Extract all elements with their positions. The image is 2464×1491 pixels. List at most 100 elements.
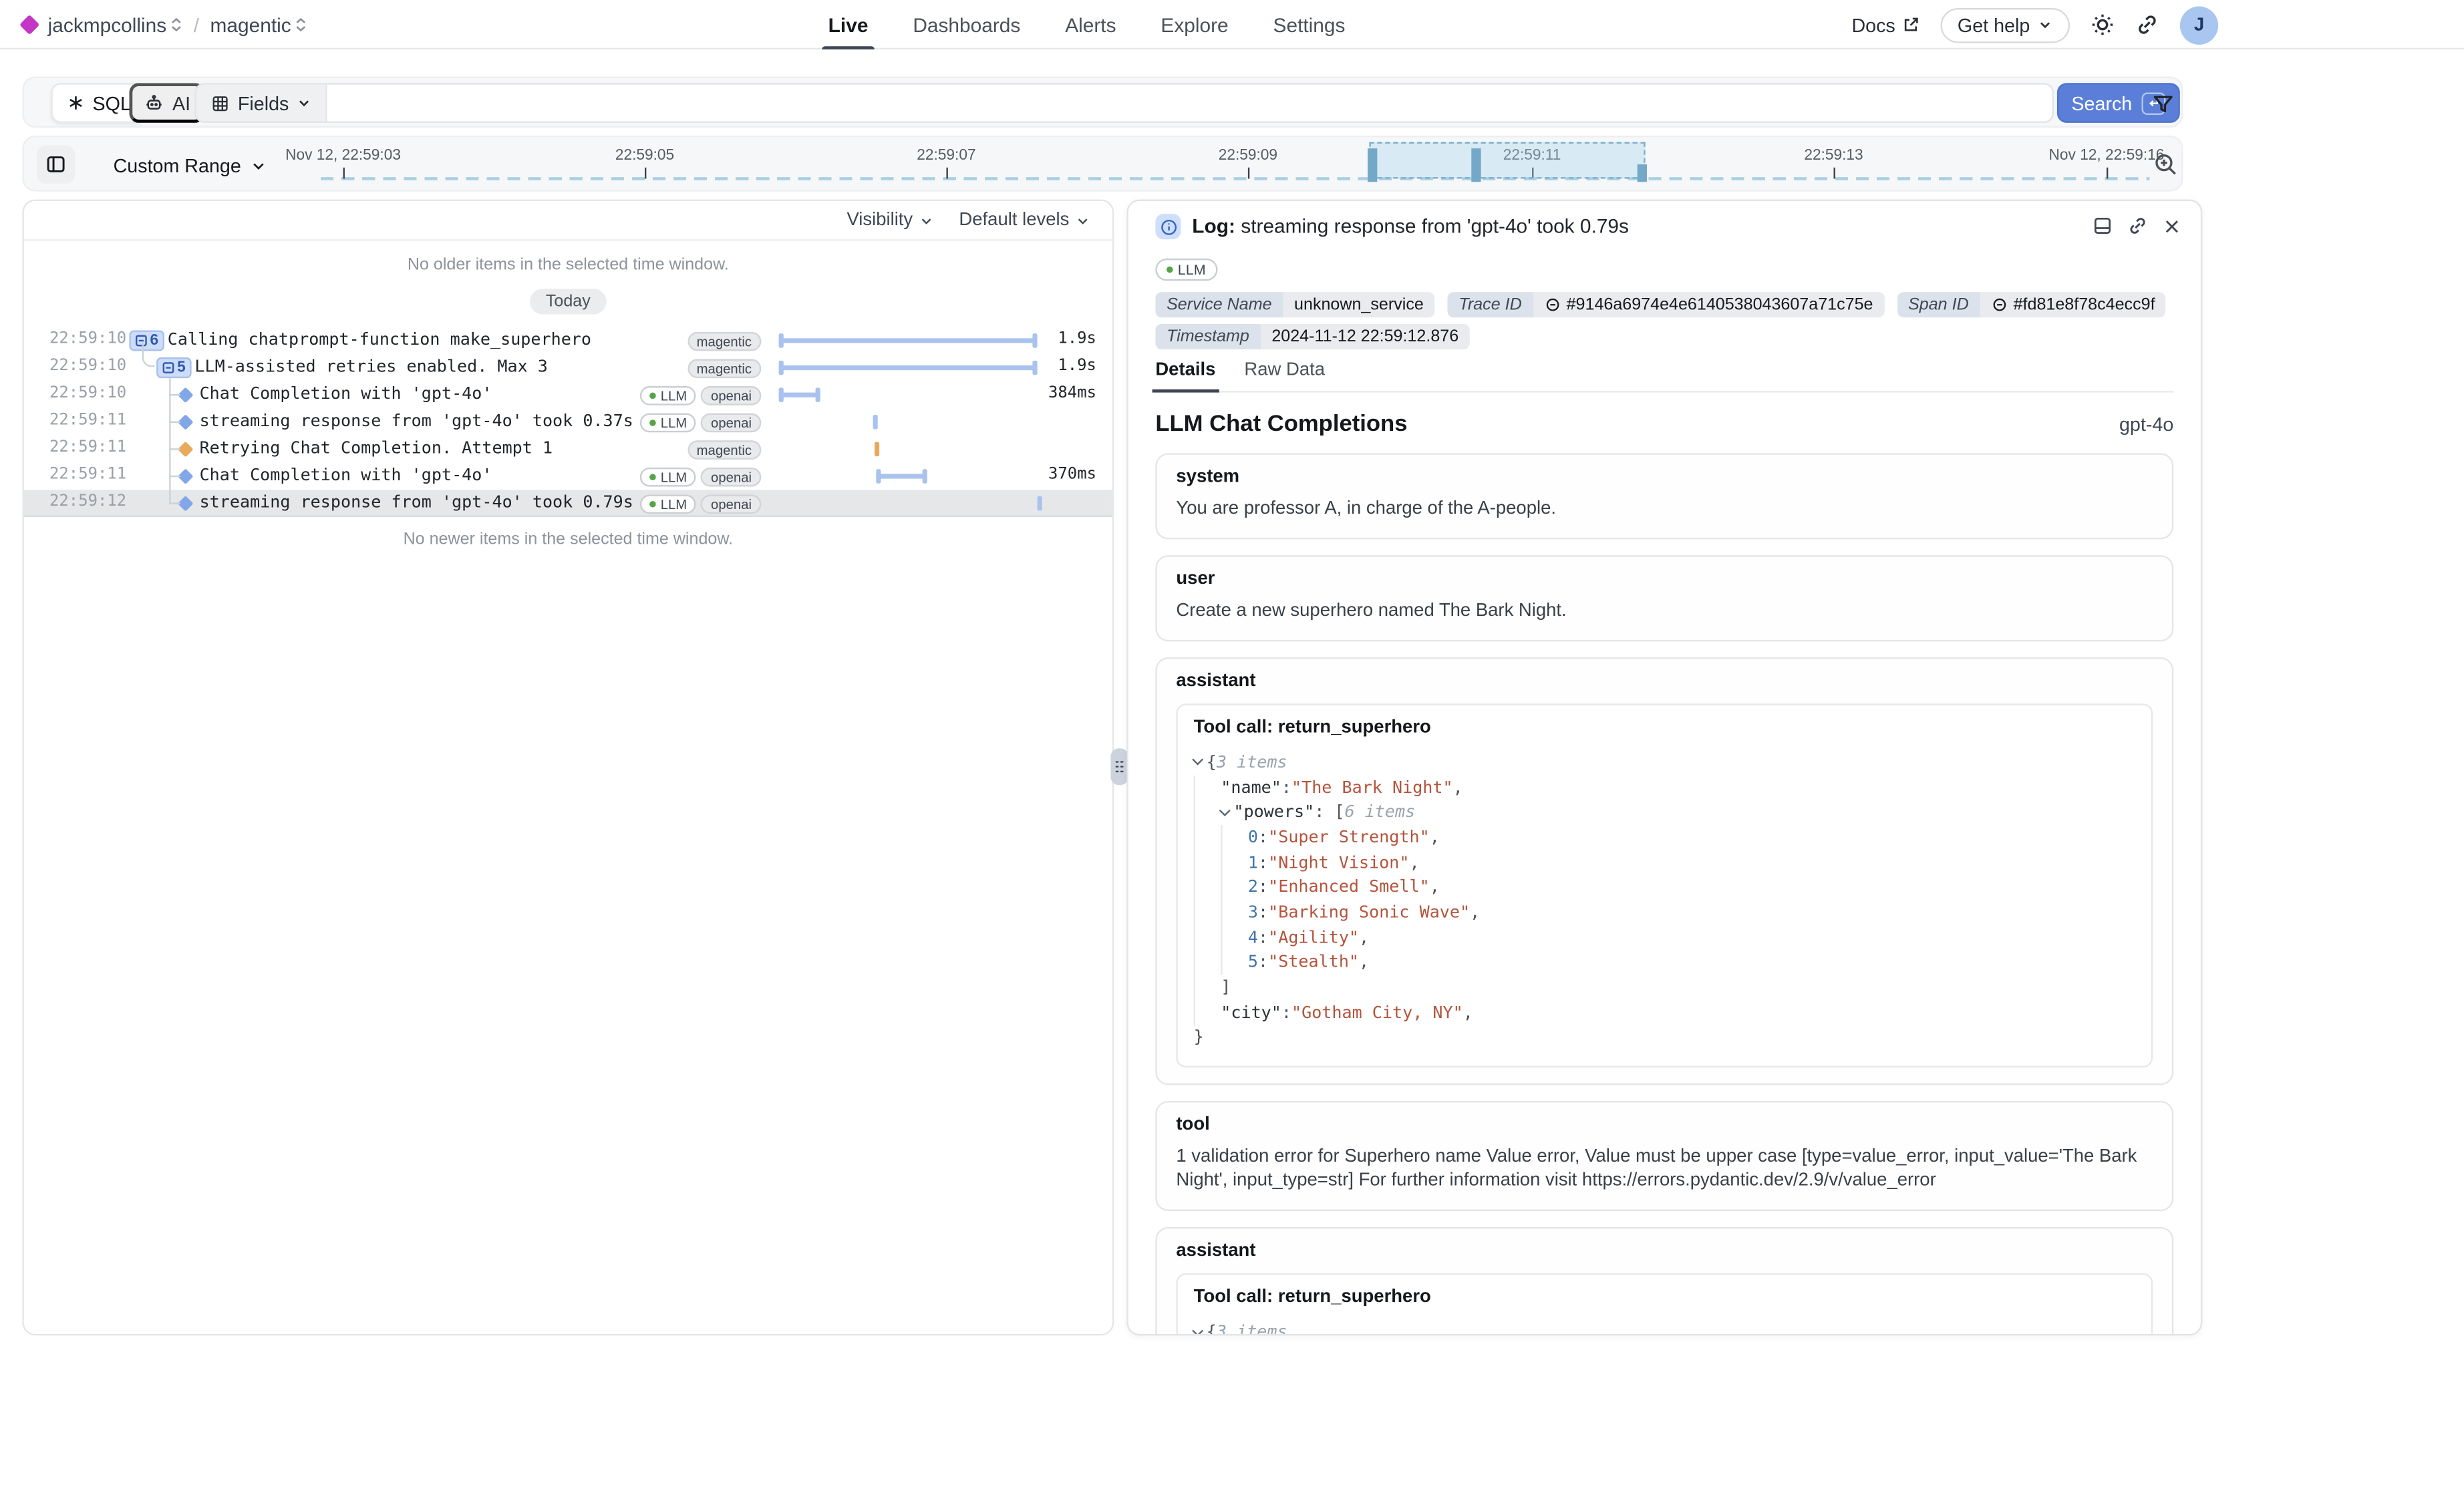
fields-button[interactable]: Fields [196,85,327,122]
docs-link[interactable]: Docs [1851,13,1919,35]
tree-connector [169,448,180,450]
nav-tab-live[interactable]: Live [806,0,891,49]
fields-label: Fields [238,92,289,114]
log-row[interactable]: 22:59:10Chat Completion with 'gpt-4o'LLM… [24,381,1112,409]
search-input[interactable] [327,85,2052,122]
log-row[interactable]: 22:59:11Retrying Chat Completion. Attemp… [24,436,1112,463]
timeline-histogram-bar [1471,148,1480,182]
json-line: { 3 items [1194,1320,2135,1335]
panel-resize-handle[interactable] [1110,748,1128,785]
top-header: jackmpcollins / magentic LiveDashboardsA… [0,0,2464,49]
json-indent-guide [1194,950,1221,975]
project-name: magentic [210,13,291,35]
json-indent-guide [1194,975,1221,1000]
span-diamond-icon [178,496,193,510]
timeline-selection[interactable] [1369,142,1645,179]
green-dot-icon [1167,267,1173,273]
detail-header-actions [2092,215,2181,236]
span-track [779,463,1042,490]
json-line: 3: "Barking Sonic Wave", [1194,900,2135,925]
log-detail-panel: Log: streaming response from 'gpt-4o' to… [1126,200,2202,1336]
selector-updown-icon [296,17,307,31]
nav-tab-dashboards[interactable]: Dashboards [891,0,1043,49]
share-link-icon[interactable] [2135,13,2159,37]
json-collapse-chevron-icon[interactable] [1192,755,1203,766]
nav-tab-alerts[interactable]: Alerts [1043,0,1138,49]
collapse-count-badge[interactable]: 5 [156,357,192,378]
app-window: jackmpcollins / magentic LiveDashboardsA… [0,0,2464,1491]
timeline-tick-label: 22:59:09 [1219,147,1277,164]
json-indent-guide [1221,850,1248,875]
close-icon[interactable] [2163,215,2182,236]
timeline-histogram-bar [1638,164,1646,182]
llm-tag: LLM [1155,259,1217,281]
detail-title: Log: streaming response from 'gpt-4o' to… [1192,215,1629,237]
ai-button[interactable]: AI [129,83,204,123]
metadata-chip[interactable]: Trace ID#9146a6974e4e6140538043607a71c75… [1448,292,1885,317]
user-avatar[interactable]: J [2180,5,2218,43]
tag-openai: openai [702,467,762,486]
log-row[interactable]: 22:59:106Calling chatprompt-function mak… [24,327,1112,355]
zoom-in-icon[interactable] [2153,152,2178,177]
tag-openai: openai [702,412,762,432]
json-collapse-chevron-icon[interactable] [1192,1325,1203,1335]
visibility-dropdown[interactable]: Visibility [846,210,933,230]
json-indent-guide [1221,950,1248,975]
log-timestamp: 22:59:10 [49,330,126,347]
header-actions: Docs Get help J [1851,0,2218,49]
tool-call-label: Tool call: return_superhero [1194,718,2135,737]
tree-connector [142,341,155,367]
log-row[interactable]: 22:59:11streaming response from 'gpt-4o'… [24,408,1112,436]
metadata-chip: Service Nameunknown_service [1155,292,1434,317]
span-track [779,436,1042,463]
json-indent-guide [1194,900,1221,925]
filter-funnel-icon[interactable] [2147,88,2179,120]
levels-dropdown[interactable]: Default levels [959,210,1090,230]
span-bar-cap [923,469,927,483]
org-selector[interactable]: jackmpcollins [48,13,182,35]
json-collapse-chevron-icon[interactable] [1219,804,1231,816]
link-icon [1991,297,2007,313]
span-bar-cap [1032,333,1037,347]
span-diamond-icon [178,414,193,429]
json-indent-guide [1194,775,1221,800]
nav-tab-settings[interactable]: Settings [1251,0,1368,49]
log-row[interactable]: 22:59:12streaming response from 'gpt-4o'… [24,490,1112,517]
message-text: You are professor A, in charge of the A-… [1176,498,2153,522]
panel-bottom-icon[interactable] [2092,215,2113,236]
log-tags: LLMopenai [640,385,762,405]
nav-tab-explore[interactable]: Explore [1138,0,1251,49]
theme-toggle-sun-icon[interactable] [2091,13,2115,37]
timeline-histogram-bar [1368,148,1376,182]
span-duration: 1.9s [1058,357,1096,375]
span-bar [779,365,1038,370]
log-row[interactable]: 22:59:11Chat Completion with 'gpt-4o'LLM… [24,463,1112,490]
timeline-tick-mark [1248,168,1249,179]
detail-tabs: Details Raw Data [1155,361,2173,393]
span-tick [875,442,879,456]
json-indent-guide [1194,1000,1221,1025]
copy-link-icon[interactable] [2127,215,2148,236]
log-row[interactable]: 22:59:105LLM-assisted retries enabled. M… [24,354,1112,381]
get-help-button[interactable]: Get help [1940,7,2070,43]
timeline-tick-mark [343,168,345,179]
search-bar: Fields [194,83,2054,123]
log-list-panel: Visibility Default levels No older items… [22,200,1114,1336]
tool-call-label: Tool call: return_superhero [1194,1288,2135,1307]
asterisk-icon [67,94,84,112]
json-indent-guide [1194,875,1221,900]
timeline-histogram[interactable]: Nov 12, 22:59:0322:59:0522:59:0722:59:09… [24,137,2181,190]
json-indent-guide [1221,900,1248,925]
tab-details[interactable]: Details [1155,361,1215,391]
get-help-label: Get help [1958,13,2030,35]
metadata-chip[interactable]: Span ID#fd81e8f78c4ecc9f [1897,292,2166,317]
tab-raw-data[interactable]: Raw Data [1244,361,1325,391]
project-selector[interactable]: magentic [210,13,307,35]
message-card-user: userCreate a new superhero named The Bar… [1155,555,2173,641]
log-rows: 22:59:106Calling chatprompt-function mak… [24,327,1112,517]
green-dot-icon [649,473,656,480]
log-timestamp: 22:59:12 [49,493,126,510]
chip-label: Trace ID [1448,292,1533,317]
timeline-tick-label: Nov 12, 22:59:16 [2049,147,2165,164]
log-message: Retrying Chat Completion. Attempt 1 [200,439,553,458]
